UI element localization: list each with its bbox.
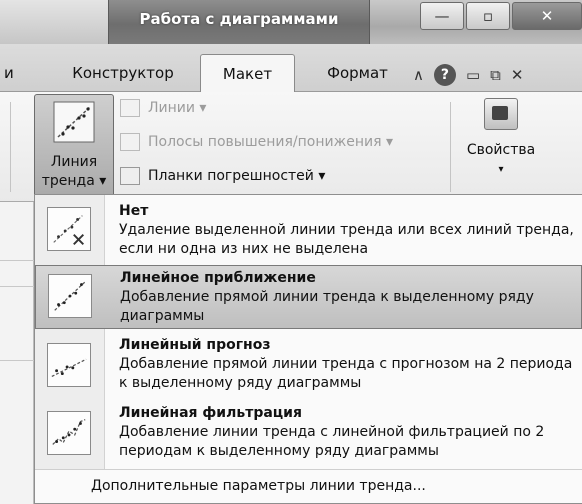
restore-icon[interactable]: ⧉ [490,66,501,84]
trendline-label: Линия тренда ▾ [41,154,107,189]
help-icon[interactable]: ? [433,64,456,86]
maximize-button[interactable]: ▫ [466,2,510,30]
ribbon-panel: Линия тренда ▾ Линии ▾ Полосы повышения/… [0,92,582,202]
error-bars-icon [120,167,140,185]
ribbon-separator [450,102,451,192]
error-bars-button[interactable]: Планки погрешностей ▾ [120,164,325,188]
lines-button[interactable]: Линии ▾ [120,96,206,120]
minimize-icon: — [434,7,450,25]
lines-icon [120,99,140,117]
menu-item-moving-average[interactable]: Линейная фильтрация Добавление линии тре… [35,401,582,465]
trendline-menu: Нет Удаление выделенной линии тренда или… [34,194,582,504]
properties-icon [484,98,518,130]
close-doc-icon[interactable]: ✕ [511,66,524,84]
trendline-button[interactable]: Линия тренда ▾ [34,94,114,198]
maximize-icon: ▫ [482,7,494,25]
up-down-bars-button[interactable]: Полосы повышения/понижения ▾ [120,130,393,154]
up-down-bars-icon [120,133,140,151]
tab-bar-icons: ∧ ? ▭ ⧉ ✕ [413,62,523,88]
menu-item-linear[interactable]: Линейное приближение Добавление прямой л… [35,265,582,329]
tab-format[interactable]: Формат [310,54,405,92]
close-button[interactable]: ✕ [512,2,582,30]
ribbon-separator [10,102,11,192]
window-controls: — ▫ ✕ [420,2,582,32]
properties-button[interactable]: Свойства ▾ [460,96,542,192]
tab-maket[interactable]: Макет [200,54,295,93]
tab-cut-off[interactable]: и [0,54,20,92]
close-icon: ✕ [540,7,554,25]
title-bar: Работа с диаграммами — ▫ ✕ [0,0,582,44]
linear-trendline-icon [48,274,92,318]
minimize-ribbon-icon[interactable]: ▭ [466,66,480,84]
context-group-title: Работа с диаграммами [139,10,339,28]
moving-average-icon [47,411,91,455]
worksheet-fragment [0,202,34,504]
context-tab-group: Работа с диаграммами [108,0,370,44]
menu-item-linear-forecast[interactable]: Линейный прогноз Добавление прямой линии… [35,333,582,397]
ribbon-tabs: и Конструктор Макет Формат ∧ ? ▭ ⧉ ✕ [0,44,582,93]
minimize-button[interactable]: — [420,2,464,30]
menu-item-none[interactable]: Нет Удаление выделенной линии тренда или… [35,199,582,261]
tab-konstruktor[interactable]: Конструктор [58,54,188,92]
caret-up-icon[interactable]: ∧ [413,66,424,84]
no-trendline-icon [47,207,91,251]
trendline-icon [53,101,95,143]
title-bar-left-area [0,0,110,44]
more-trendline-options[interactable]: Дополнительные параметры линии тренда... [35,469,582,503]
linear-forecast-icon [47,343,91,387]
